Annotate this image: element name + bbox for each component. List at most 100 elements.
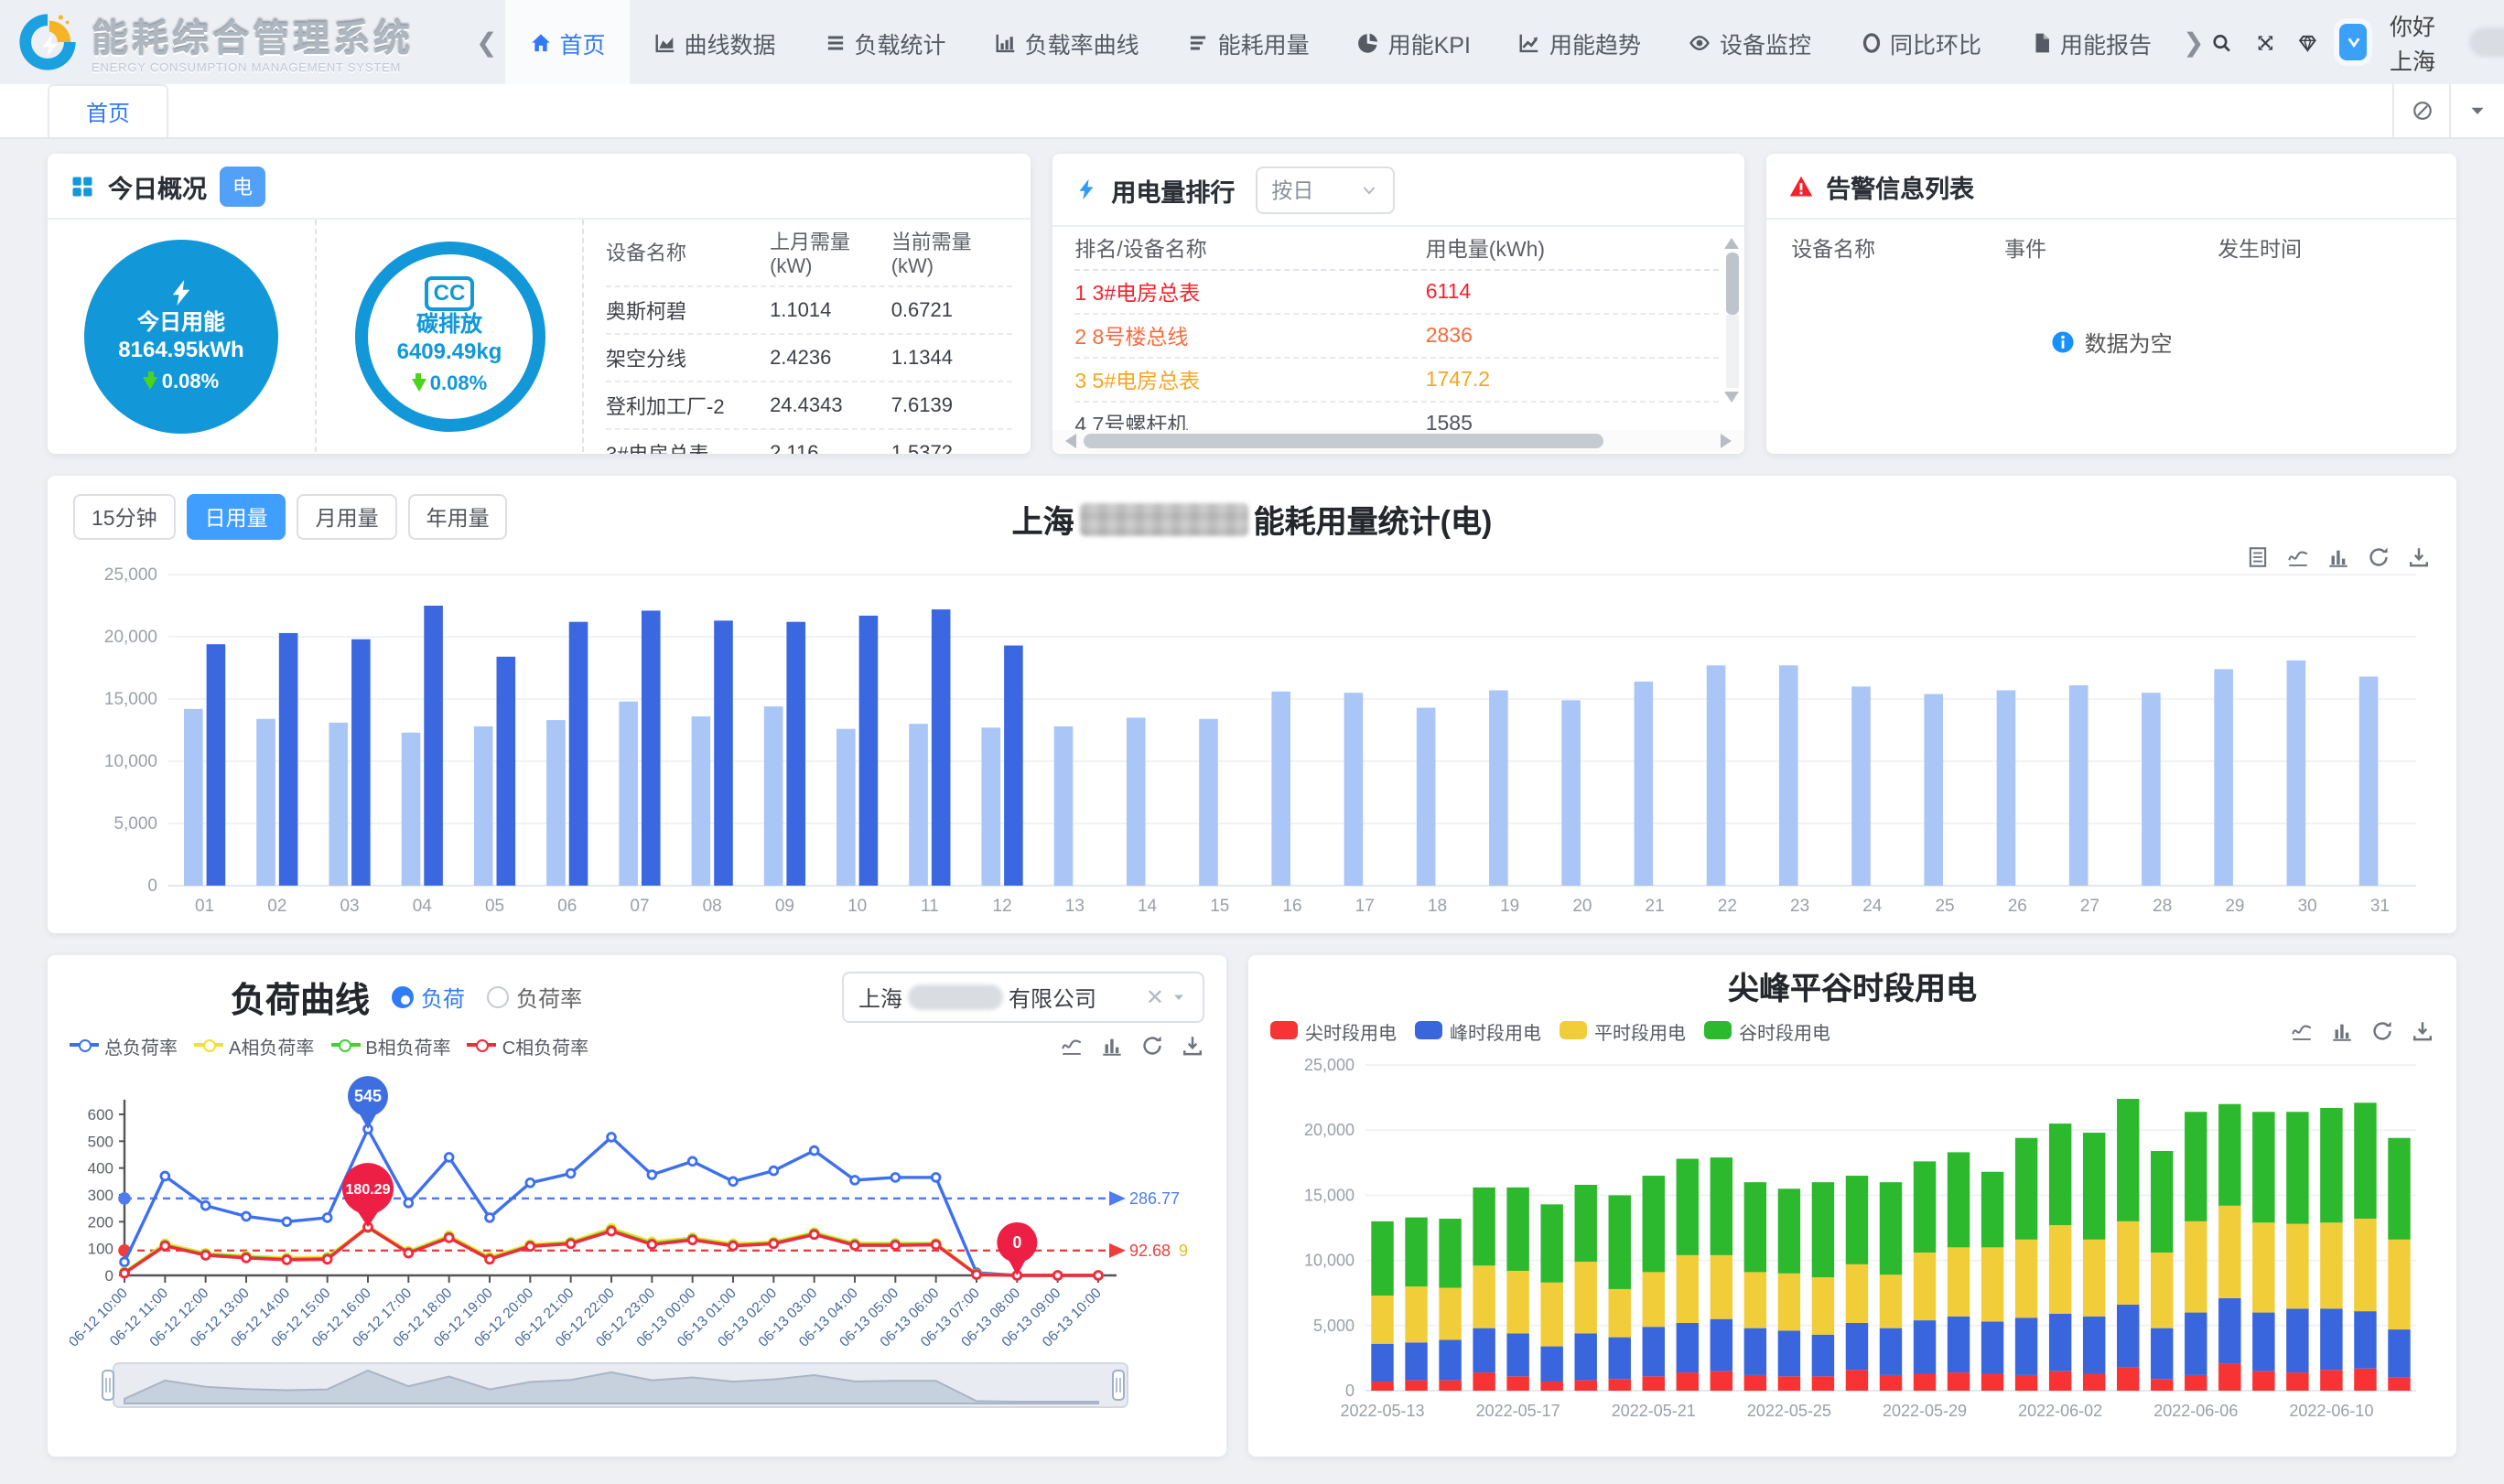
- refresh-icon[interactable]: [1140, 1033, 1164, 1057]
- download-icon[interactable]: [2411, 1018, 2434, 1042]
- nav-item-file[interactable]: 用能报告: [2005, 0, 2175, 84]
- legend-line-icon: [70, 1043, 99, 1047]
- nav-item-home[interactable]: 首页: [504, 0, 629, 84]
- theme-icon[interactable]: [2297, 28, 2318, 56]
- energy-usage-card: 15分钟日用量月用量年用量 上海 能耗用量统计(电) 05,00010,0001…: [48, 476, 2456, 933]
- energy-bar-chart: 05,00010,00015,00020,00025,0000102030405…: [73, 560, 2431, 926]
- tab-home[interactable]: 首页: [48, 84, 168, 137]
- svg-text:23: 23: [1790, 897, 1809, 916]
- line-chart-icon[interactable]: [2290, 1018, 2314, 1042]
- ranking-period-select[interactable]: 按日: [1255, 166, 1394, 213]
- today-overview-card: 今日概况 电 今日用能 8164.95kWh 0.08%: [48, 154, 1031, 454]
- ranking-row: 3 5#电房总表1747.2: [1074, 359, 1718, 403]
- tab-tools: [2392, 84, 2504, 137]
- scroll-left-icon[interactable]: [1058, 434, 1076, 448]
- legend-chip-icon: [1270, 1021, 1298, 1039]
- radio-load[interactable]: 负荷: [392, 982, 465, 1013]
- nav-item-area[interactable]: 曲线数据: [630, 0, 800, 84]
- vertical-scrollbar[interactable]: [1723, 231, 1740, 406]
- load-curve-chart: 010020030040050060006-12 10:0006-12 11:0…: [70, 1059, 1204, 1447]
- clear-icon[interactable]: ✕: [1146, 984, 1164, 1010]
- svg-text:01: 01: [195, 897, 214, 916]
- nav-item-pie[interactable]: 用能KPI: [1333, 0, 1495, 84]
- lightning-icon: [1074, 177, 1098, 201]
- ring-icon: [1859, 30, 1883, 54]
- nav-item-trend[interactable]: 用能趋势: [1495, 0, 1665, 84]
- legend-line-icon: [194, 1043, 223, 1047]
- alarm-column-header: 发生时间: [2218, 234, 2431, 263]
- svg-text:200: 200: [88, 1213, 113, 1231]
- nav-item-lines[interactable]: 能耗用量: [1163, 0, 1333, 84]
- legend-item[interactable]: A相负荷率: [194, 1031, 314, 1059]
- app-subtitle: ENERGY CONSUMPTION MANAGEMENT SYSTEM: [92, 62, 414, 75]
- svg-text:2022-05-25: 2022-05-25: [1747, 1402, 1831, 1420]
- scrollbar-thumb[interactable]: [1084, 434, 1603, 448]
- scroll-right-icon[interactable]: [1720, 434, 1738, 448]
- period-legend: 尖时段用电峰时段用电平时段用电谷时段用电: [1270, 1016, 1849, 1044]
- svg-text:300: 300: [88, 1187, 113, 1204]
- user-greeting[interactable]: 你好 上海: [2390, 7, 2504, 77]
- horizontal-scrollbar[interactable]: [1052, 430, 1743, 452]
- radio-load-rate[interactable]: 负荷率: [487, 982, 582, 1013]
- svg-text:9: 9: [1179, 1242, 1188, 1260]
- svg-text:09: 09: [775, 897, 794, 916]
- line-chart-icon[interactable]: [1060, 1033, 1084, 1057]
- bar-chart-icon[interactable]: [2330, 1018, 2354, 1042]
- svg-text:14: 14: [1138, 897, 1158, 916]
- legend-item[interactable]: C相负荷率: [468, 1031, 588, 1059]
- empty-state: 数据为空: [1765, 263, 2456, 421]
- company-select[interactable]: 上海 有限公司 ✕: [842, 972, 1204, 1023]
- search-icon[interactable]: [2212, 28, 2233, 56]
- electricity-badge[interactable]: 电: [220, 166, 265, 206]
- bar-chart-icon[interactable]: [1100, 1033, 1124, 1057]
- svg-text:30: 30: [2298, 897, 2317, 916]
- legend-item[interactable]: 谷时段用电: [1704, 1016, 1830, 1044]
- legend-chip-icon: [1560, 1021, 1587, 1039]
- legend-item[interactable]: 尖时段用电: [1270, 1016, 1397, 1044]
- svg-text:10,000: 10,000: [1304, 1252, 1355, 1270]
- tab-menu-caret-icon[interactable]: [2449, 84, 2504, 137]
- fullscreen-icon[interactable]: [2254, 28, 2275, 56]
- legend-chip-icon: [1704, 1021, 1732, 1039]
- table-row: 奥斯柯碧1.10140.6721: [606, 288, 1012, 336]
- legend-item[interactable]: B相负荷率: [330, 1031, 450, 1059]
- scroll-down-icon[interactable]: [1724, 392, 1739, 410]
- svg-text:31: 31: [2370, 897, 2390, 916]
- svg-text:0: 0: [1012, 1233, 1021, 1252]
- nav-item-barcurve[interactable]: 负载率曲线: [970, 0, 1163, 84]
- bottom-row: 负荷曲线 负荷 负荷率 上海 有限公司 ✕ 总负荷率A相负荷率B相负荷率C相负荷…: [48, 955, 2456, 1457]
- nav-item-list[interactable]: 负载统计: [800, 0, 970, 84]
- nav-scroll-left-icon[interactable]: ❮: [469, 27, 504, 58]
- svg-text:15: 15: [1210, 897, 1229, 916]
- nav-scroll-right-icon[interactable]: ❯: [2175, 27, 2211, 58]
- legend-item[interactable]: 平时段用电: [1560, 1016, 1686, 1044]
- app-switcher-icon[interactable]: [2340, 24, 2368, 60]
- top-navbar: 能耗综合管理系统 ENERGY CONSUMPTION MANAGEMENT S…: [0, 0, 2504, 84]
- barcurve-icon: [994, 30, 1018, 54]
- alarm-title: 告警信息列表: [1826, 167, 1974, 204]
- svg-text:29: 29: [2225, 897, 2244, 916]
- svg-text:07: 07: [630, 897, 649, 916]
- refresh-icon[interactable]: [2370, 1018, 2394, 1042]
- svg-text:20,000: 20,000: [104, 628, 157, 647]
- home-icon: [528, 30, 552, 54]
- tab-close-all-icon[interactable]: [2394, 84, 2449, 137]
- svg-text:2022-05-17: 2022-05-17: [1476, 1402, 1560, 1420]
- file-icon: [2029, 30, 2053, 54]
- svg-text:21: 21: [1646, 897, 1665, 916]
- nav-item-ring[interactable]: 同比环比: [1835, 0, 2005, 84]
- nav-item-eye[interactable]: 设备监控: [1665, 0, 1835, 84]
- download-icon[interactable]: [1181, 1033, 1204, 1057]
- decrease-arrow-icon: [412, 378, 426, 391]
- scroll-up-icon[interactable]: [1724, 231, 1739, 249]
- svg-text:11: 11: [921, 897, 939, 916]
- svg-text:500: 500: [88, 1133, 113, 1150]
- redacted-username: [2470, 27, 2504, 57]
- scrollbar-thumb[interactable]: [1725, 253, 1738, 315]
- legend-item[interactable]: 峰时段用电: [1415, 1016, 1541, 1044]
- svg-text:10: 10: [847, 897, 867, 916]
- svg-text:08: 08: [703, 897, 722, 916]
- redacted-company: [908, 984, 1003, 1010]
- svg-text:28: 28: [2153, 897, 2172, 916]
- legend-item[interactable]: 总负荷率: [70, 1031, 178, 1059]
